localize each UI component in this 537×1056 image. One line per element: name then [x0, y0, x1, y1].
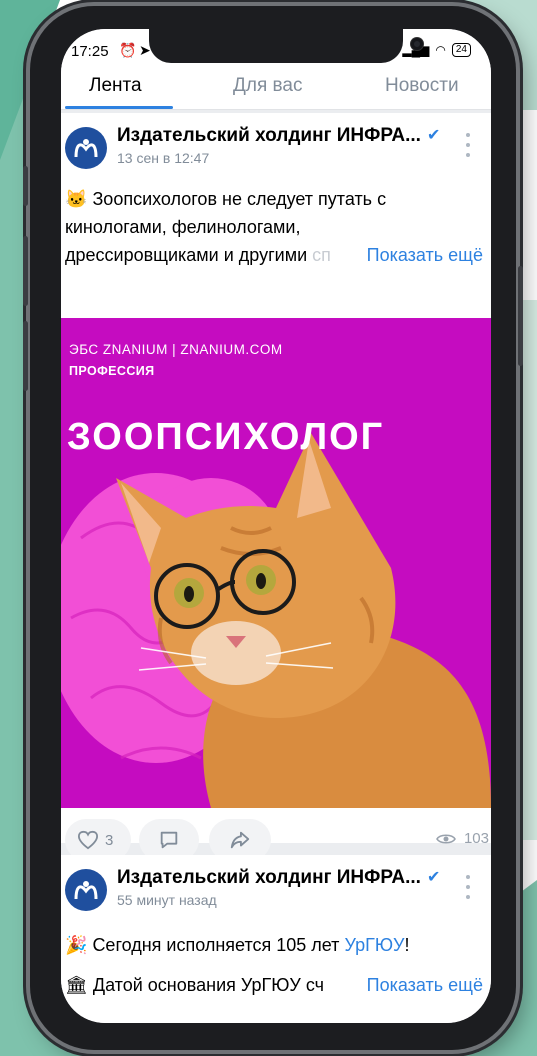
share-icon: [230, 831, 250, 849]
more-options-icon[interactable]: [465, 875, 471, 899]
verified-icon: ✔: [427, 127, 441, 144]
wifi-icon: ◠: [435, 43, 446, 57]
post-text-line: дрессировщиками и другими: [65, 245, 308, 265]
publisher-logo-icon: [74, 139, 98, 158]
post-author[interactable]: Издательский холдинг ИНФРА...: [117, 125, 421, 147]
post-text-line: кинологами, фелинологами,: [65, 217, 301, 237]
image-subtitle: ПРОФЕССИЯ: [69, 364, 155, 378]
tab-for-you[interactable]: Для вас: [233, 75, 302, 97]
volume-up-button: [23, 236, 28, 306]
image-header: ЭБС ZNANIUM | ZNANIUM.COM: [69, 342, 283, 357]
comment-icon: [160, 831, 178, 849]
hashtag-link[interactable]: УрГЮУ: [344, 935, 404, 955]
feed-tabs: Лента Для вас Новости: [61, 65, 491, 110]
cat-illustration: [61, 433, 491, 808]
battery-icon: 24: [451, 43, 471, 57]
eye-icon: [436, 833, 456, 844]
feed-post: Издательский холдинг ИНФРА... ✔ 55 минут…: [61, 855, 491, 1023]
image-title: ЗООПСИХОЛОГ: [67, 416, 385, 458]
cat-emoji-icon: 🐱: [65, 189, 88, 209]
post-text-line: Зоопсихологов не следует путать с: [92, 189, 387, 209]
tab-feed[interactable]: Лента: [89, 75, 142, 97]
power-button: [518, 266, 523, 366]
feed-post: Издательский холдинг ИНФРА... ✔ 13 сен в…: [61, 113, 491, 861]
post-text-line: Сегодня исполняется 105 лет: [92, 935, 345, 955]
post-image[interactable]: ЭБС ZNANIUM | ZNANIUM.COM ПРОФЕССИЯ ЗООП…: [61, 318, 491, 808]
side-button: [23, 166, 28, 206]
show-more-link[interactable]: Показать ещё: [367, 965, 483, 1005]
camera-icon: [411, 38, 423, 50]
active-tab-indicator: [65, 106, 173, 109]
notch: [149, 29, 423, 63]
publisher-logo-icon: [74, 881, 98, 900]
view-count: 103: [463, 830, 489, 847]
verified-icon: ✔: [427, 869, 441, 886]
building-emoji-icon: 🏛: [65, 975, 88, 995]
phone-screen: 17:25 ⏰ ➤ ▂▄▆ ◠ 24 Лента Для вас Новости…: [61, 29, 491, 1023]
post-text: 🐱 Зоопсихологов не следует путать с кино…: [65, 185, 489, 269]
status-time: 17:25: [71, 43, 109, 60]
heart-icon: [77, 830, 99, 850]
post-author[interactable]: Издательский холдинг ИНФРА...: [117, 867, 421, 889]
post-text-line: !: [404, 935, 410, 955]
post-time[interactable]: 13 сен в 12:47: [117, 150, 209, 166]
party-emoji-icon: 🎉: [65, 935, 88, 955]
volume-down-button: [23, 321, 28, 391]
post-text-line: Датой основания УрГЮУ сч: [92, 975, 325, 995]
post-text-fade: сп: [312, 245, 331, 265]
view-counter: 103: [436, 830, 489, 847]
tab-news[interactable]: Новости: [385, 75, 459, 97]
more-options-icon[interactable]: [465, 133, 471, 157]
alarm-icon: ⏰: [119, 42, 137, 58]
show-more-link[interactable]: Показать ещё: [367, 241, 483, 269]
like-count: 3: [105, 831, 114, 849]
avatar[interactable]: [65, 127, 107, 169]
avatar[interactable]: [65, 869, 107, 911]
post-time[interactable]: 55 минут назад: [117, 892, 217, 908]
post-text: 🎉 Сегодня исполняется 105 лет УрГЮУ! 🏛 Д…: [65, 925, 489, 1005]
